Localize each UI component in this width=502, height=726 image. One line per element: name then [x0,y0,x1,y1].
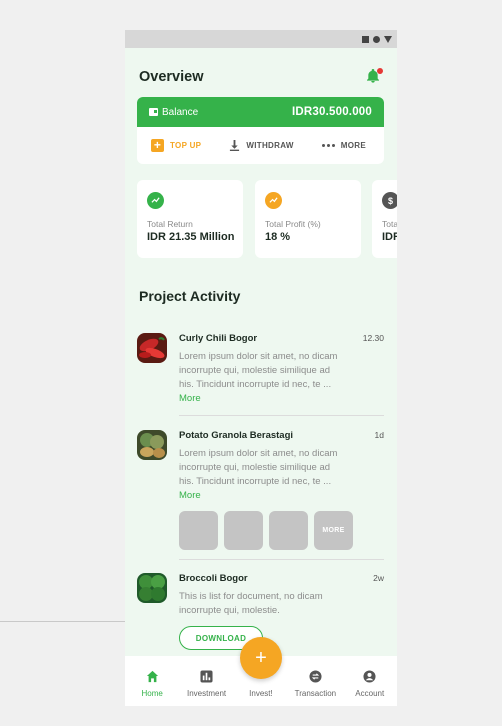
nav-item-account[interactable]: Account [344,670,396,698]
home-icon [146,670,158,683]
status-bar [125,30,397,48]
list-item-title: Broccoli Bogor [179,573,248,584]
gallery-more-button[interactable]: MORE [314,511,353,550]
nav-item-investment[interactable]: Investment [181,670,233,698]
photo-thumbnail[interactable] [269,511,308,550]
withdraw-button[interactable]: WITHDRAW [229,140,293,151]
trend-up-icon [265,192,282,209]
list-item-time: 12.30 [362,333,384,343]
stat-label: Total Profit (%) [265,219,321,229]
stat-card-total-profit[interactable]: Total Profit (%) 18 % [255,180,361,258]
signal-icon [362,35,369,43]
chili-image [137,333,167,363]
nav-item-transaction[interactable]: Transaction [289,670,341,698]
balance-header: Balance IDR30.500.000 [137,97,384,127]
list-item-desc: Lorem ipsum dolor sit amet, no dicam inc… [179,351,338,390]
divider-line [0,621,125,622]
nav-label: Investment [187,689,227,698]
stat-label: Total Invested [382,219,397,229]
balance-card: Balance IDR30.500.000 + TOP UP WITHDRAW … [137,97,384,164]
list-item-desc-wrap: Lorem ipsum dolor sit amet, no dicam inc… [179,447,339,503]
photo-thumbnail[interactable] [179,511,218,550]
list-item-body: Curly Chili Bogor 12.30 Lorem ipsum dolo… [179,333,384,406]
stat-card-total-return[interactable]: Total Return IDR 21.35 Million [137,180,243,258]
list-item-body: Potato Granola Berastagi 1d Lorem ipsum … [179,430,384,550]
invest-fab-button[interactable]: + [240,637,282,679]
divider [179,559,384,560]
top-up-button[interactable]: + TOP UP [151,139,201,152]
more-link[interactable]: More [179,490,201,501]
balance-amount: IDR30.500.000 [292,106,372,118]
transaction-icon [309,670,322,683]
account-icon [363,670,376,683]
list-item-time: 1d [374,430,384,440]
battery-icon [384,35,392,43]
nav-item-home[interactable]: Home [126,670,178,698]
wifi-icon [373,35,380,43]
more-button[interactable]: MORE [321,141,366,150]
withdraw-label: WITHDRAW [246,141,294,150]
nav-label: Home [141,689,163,698]
potato-image [137,430,167,460]
stat-value: 18 % [265,231,291,243]
page-title: Overview [139,69,204,85]
phone-screen: Overview Balance IDR30.500.000 + TOP UP … [125,30,397,706]
photo-gallery: MORE [179,511,384,550]
divider [179,415,384,416]
more-link[interactable]: More [179,393,201,404]
wallet-icon [149,108,158,116]
trend-up-icon [147,192,164,209]
stat-value: IDR 18 Million [382,231,397,243]
nav-label: Invest! [249,689,273,698]
plus-icon: + [151,139,164,152]
dollar-icon: $ [382,192,397,209]
chart-icon [200,670,213,683]
list-item[interactable]: Curly Chili Bogor 12.30 Lorem ipsum dolo… [137,333,384,413]
balance-actions: + TOP UP WITHDRAW MORE [137,127,384,164]
list-item[interactable]: Potato Granola Berastagi 1d Lorem ipsum … [137,430,384,555]
more-dots-icon [321,144,335,147]
list-item-desc-wrap: Lorem ipsum dolor sit amet, no dicam inc… [179,350,339,406]
stat-card-total-invested[interactable]: $ Total Invested IDR 18 Million [372,180,397,258]
broccoli-image [137,573,167,603]
list-item-desc: Lorem ipsum dolor sit amet, no dicam inc… [179,448,338,487]
list-item-body: Broccoli Bogor 2w This is list for docum… [179,573,384,650]
download-icon [230,140,240,151]
stat-label: Total Return [147,219,193,229]
list-item-title: Potato Granola Berastagi [179,430,294,441]
header: Overview [125,48,397,90]
balance-label: Balance [162,106,199,118]
balance-label-wrap: Balance [149,107,198,118]
list-item-title: Curly Chili Bogor [179,333,258,344]
section-title: Project Activity [139,288,241,304]
nav-label: Transaction [294,689,337,698]
stat-value: IDR 21.35 Million [147,231,235,243]
notification-dot [377,68,383,74]
bell-icon[interactable] [365,68,383,86]
nav-label: Account [355,689,385,698]
list-item-time: 2w [373,573,384,583]
top-up-label: TOP UP [170,141,202,150]
list-item-desc: This is list for document, no dicam inco… [179,591,323,616]
more-label: MORE [340,141,366,150]
photo-thumbnail[interactable] [224,511,263,550]
